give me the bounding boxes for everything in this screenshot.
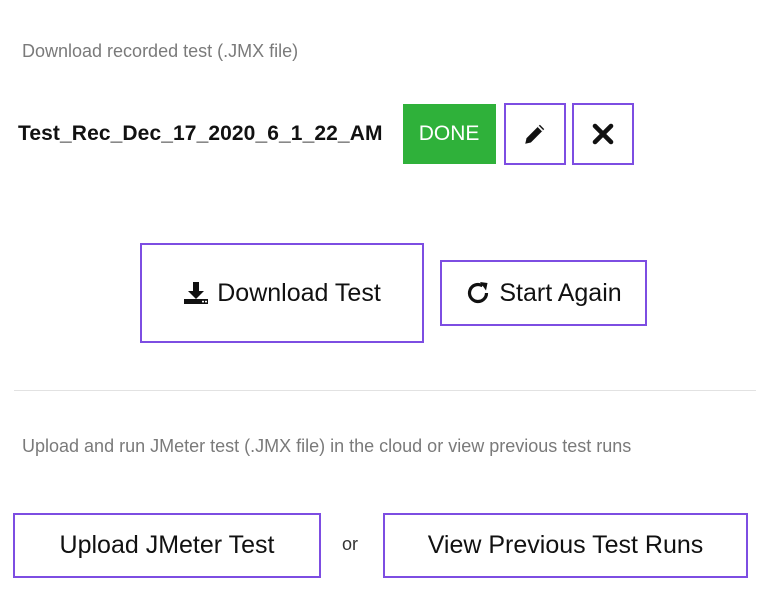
view-previous-test-runs-button[interactable]: View Previous Test Runs	[383, 513, 748, 578]
recording-row: Test_Rec_Dec_17_2020_6_1_22_AM DONE	[18, 103, 640, 165]
pencil-icon	[524, 124, 544, 144]
recorder-panel: Download recorded test (.JMX file) Test_…	[0, 0, 768, 608]
download-test-label: Download Test	[217, 278, 381, 307]
status-badge: DONE	[402, 104, 496, 164]
download-test-button[interactable]: Download Test	[140, 243, 424, 343]
upload-section-description: Upload and run JMeter test (.JMX file) i…	[22, 436, 632, 456]
upload-jmeter-test-label: Upload JMeter Test	[59, 531, 275, 559]
download-section-description: Download recorded test (.JMX file)	[22, 41, 299, 61]
refresh-icon	[465, 280, 491, 306]
download-icon	[183, 281, 209, 305]
or-separator: or	[342, 534, 359, 554]
delete-recording-button[interactable]	[571, 103, 634, 165]
edit-name-button[interactable]	[503, 103, 566, 165]
test-name: Test_Rec_Dec_17_2020_6_1_22_AM	[18, 122, 383, 145]
section-divider	[14, 390, 756, 391]
start-again-button[interactable]: Start Again	[440, 260, 647, 326]
view-previous-test-runs-label: View Previous Test Runs	[427, 531, 704, 559]
start-again-label: Start Again	[499, 278, 622, 307]
close-icon	[592, 123, 613, 145]
upload-jmeter-test-button[interactable]: Upload JMeter Test	[13, 513, 321, 578]
